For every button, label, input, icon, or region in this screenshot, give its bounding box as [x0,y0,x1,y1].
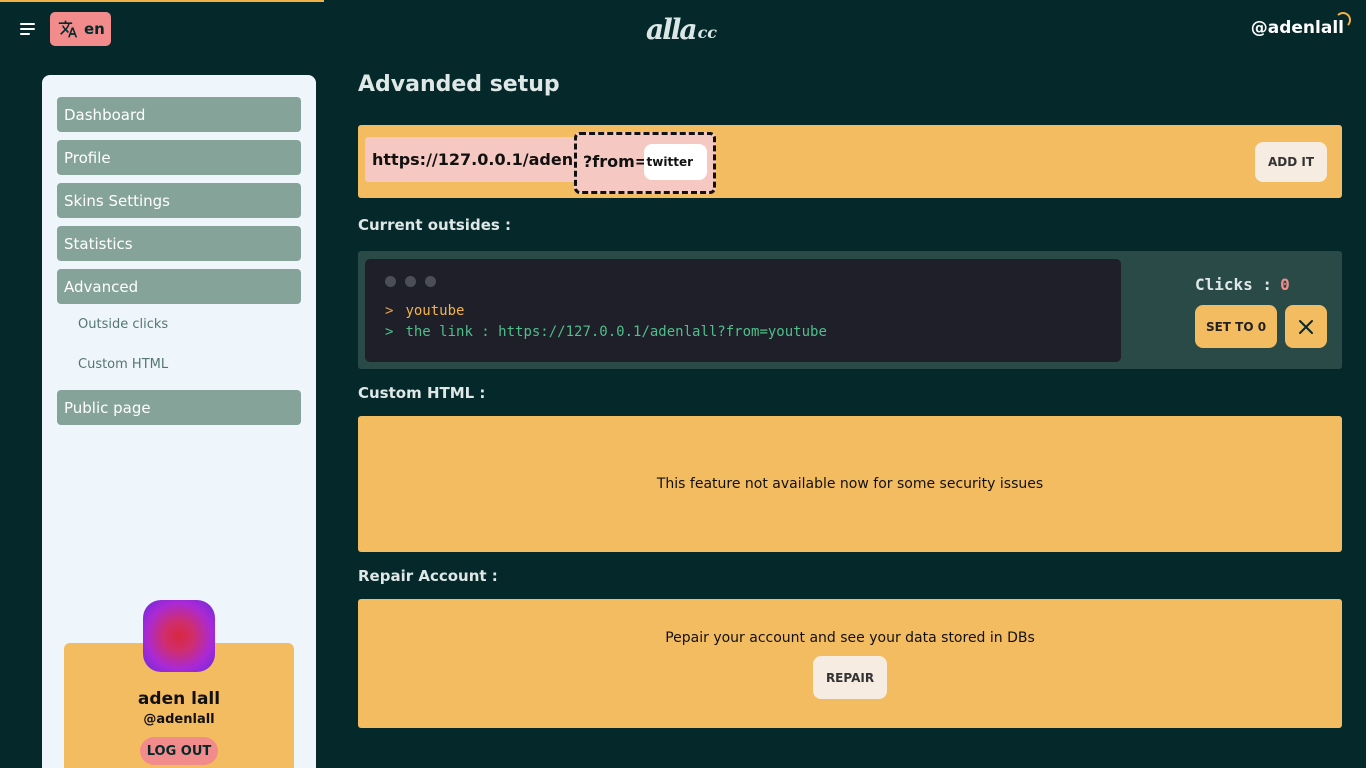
add-it-button[interactable]: ADD IT [1255,142,1327,182]
clicks-counter: Clicks : 0 [1195,275,1290,294]
page-loading-bar [0,0,324,2]
sidebar-item-skins-settings[interactable]: Skins Settings [57,183,301,218]
sidebar: Dashboard Profile Skins Settings Statist… [42,75,316,768]
sidebar-item-dashboard[interactable]: Dashboard [57,97,301,132]
outsides-panel: > youtube > the link : https://127.0.0.1/a… [358,251,1342,369]
repair-account-heading: Repair Account : [358,567,498,585]
avatar [143,600,215,672]
url-param-box: ?from= [574,132,716,194]
terminal-prompt: > [385,303,394,319]
sidebar-item-statistics[interactable]: Statistics [57,226,301,261]
terminal-line-link: > the link : https://127.0.0.1/adenlall?f… [385,324,827,340]
terminal-prompt: > [385,324,394,340]
custom-html-heading: Custom HTML : [358,384,486,402]
custom-html-message: This feature not available now for some … [656,476,1044,492]
logo-suffix-text: cc [697,23,718,42]
sidebar-item-profile[interactable]: Profile [57,140,301,175]
terminal-source-text: youtube [405,303,465,319]
page-title: Advanded setup [358,72,560,97]
delete-outside-button[interactable] [1285,305,1327,348]
profile-handle: @adenlall [143,712,215,727]
current-outsides-heading: Current outsides : [358,216,512,234]
from-param-input[interactable] [644,144,707,180]
translate-icon [58,20,78,38]
terminal-window: > youtube > the link : https://127.0.0.1/a… [365,259,1121,362]
sidebar-item-advanced[interactable]: Advanced [57,269,301,304]
url-param-label: ?from= [583,152,649,171]
repair-message: Pepair your account and see your data st… [665,630,1035,646]
language-button[interactable]: en [50,12,111,46]
repair-button[interactable]: REPAIR [813,656,887,699]
language-label: en [84,20,105,38]
base-url-text: https://127.0.0.1/adenlall [365,137,577,182]
set-to-zero-button[interactable]: SET TO 0 [1195,305,1277,348]
terminal-window-dots [385,276,436,287]
close-icon [1299,319,1313,334]
sidebar-subitem-outside-clicks[interactable]: Outside clicks [78,317,168,332]
sidebar-subitem-custom-html[interactable]: Custom HTML [78,357,168,372]
logout-button[interactable]: LOG OUT [140,737,218,765]
hamburger-menu-icon[interactable] [20,20,38,38]
terminal-link-text[interactable]: the link : https://127.0.0.1/adenlall?fr… [405,324,826,340]
clicks-label: Clicks : [1195,275,1273,294]
logo-main-text: alla [646,13,698,46]
header-username[interactable]: @adenlall [1251,18,1344,38]
loading-spinner-icon [1335,12,1351,28]
custom-html-panel: This feature not available now for some … [358,416,1342,552]
repair-account-panel: Pepair your account and see your data st… [358,599,1342,728]
terminal-line-source: > youtube [385,303,464,319]
app-logo[interactable]: alla cc [646,10,717,46]
clicks-value: 0 [1280,275,1290,294]
url-builder-panel: https://127.0.0.1/adenlall ?from= ADD IT [358,125,1342,198]
sidebar-item-public-page[interactable]: Public page [57,390,301,425]
profile-name: aden lall [137,689,221,709]
